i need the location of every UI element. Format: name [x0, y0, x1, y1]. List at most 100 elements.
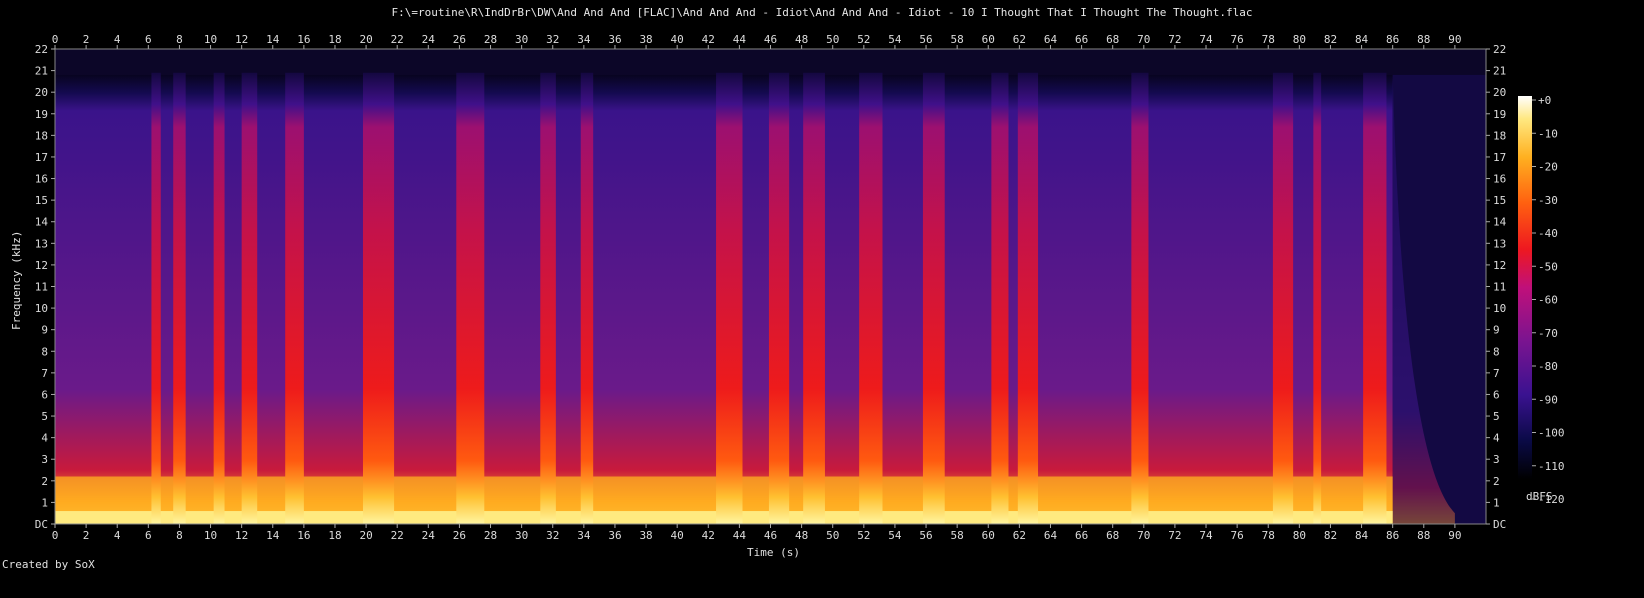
y-tick-label-left: 10	[35, 302, 48, 315]
x-tick-label-bottom: 20	[359, 529, 372, 542]
active-segment	[241, 72, 258, 524]
x-tick-label-top: 16	[297, 33, 310, 46]
x-tick-label-bottom: 2	[83, 529, 90, 542]
y-tick-label-right: 16	[1493, 173, 1506, 186]
y-tick-label-left: 14	[35, 216, 49, 229]
x-tick-label-bottom: 22	[391, 529, 404, 542]
fade-tail	[1392, 74, 1486, 524]
x-tick-label-top: 58	[951, 33, 964, 46]
x-tick-label-top: 68	[1106, 33, 1119, 46]
active-segment	[768, 72, 790, 524]
y-tick-label-right: 22	[1493, 43, 1506, 56]
y-tick-label-left: 2	[41, 475, 48, 488]
x-tick-label-top: 40	[671, 33, 684, 46]
x-tick-label-bottom: 40	[671, 529, 684, 542]
x-tick-label-bottom: 16	[297, 529, 310, 542]
x-tick-label-bottom: 56	[919, 529, 932, 542]
active-segment	[1272, 72, 1294, 524]
x-tick-label-top: 86	[1386, 33, 1399, 46]
colorbar-tick-label: -40	[1538, 227, 1558, 240]
x-tick-label-top: 32	[546, 33, 559, 46]
x-tick-label-top: 64	[1044, 33, 1058, 46]
x-tick-label-top: 78	[1262, 33, 1275, 46]
x-tick-label-bottom: 86	[1386, 529, 1399, 542]
x-tick-label-bottom: 66	[1075, 529, 1088, 542]
x-tick-label-bottom: 62	[1013, 529, 1026, 542]
x-tick-label-top: 80	[1293, 33, 1306, 46]
x-tick-label-bottom: 64	[1044, 529, 1058, 542]
x-tick-label-bottom: 54	[888, 529, 902, 542]
active-segment	[922, 72, 945, 524]
active-segment	[859, 72, 883, 524]
active-segment	[285, 72, 304, 524]
active-segment	[1363, 72, 1387, 524]
x-tick-label-top: 88	[1417, 33, 1430, 46]
active-segment	[1131, 72, 1149, 524]
y-tick-label-right: 11	[1493, 281, 1506, 294]
x-tick-label-bottom: 46	[764, 529, 777, 542]
x-tick-label-top: 72	[1168, 33, 1181, 46]
x-tick-label-top: 36	[608, 33, 621, 46]
x-tick-label-bottom: 12	[235, 529, 248, 542]
x-tick-label-bottom: 82	[1324, 529, 1337, 542]
y-tick-label-right: 18	[1493, 129, 1506, 142]
x-tick-label-bottom: 24	[422, 529, 436, 542]
x-tick-label-top: 84	[1355, 33, 1369, 46]
x-tick-label-bottom: 88	[1417, 529, 1430, 542]
x-tick-label-bottom: 76	[1231, 529, 1244, 542]
x-tick-label-bottom: 0	[52, 529, 59, 542]
x-tick-label-top: 28	[484, 33, 497, 46]
y-tick-label-left: 15	[35, 194, 48, 207]
y-tick-label-right: 6	[1493, 388, 1500, 401]
y-tick-label-left: 3	[41, 453, 48, 466]
colorbar-tick-label: -80	[1538, 360, 1558, 373]
colorbar-tick-label: -70	[1538, 327, 1558, 340]
x-tick-label-top: 76	[1231, 33, 1244, 46]
y-tick-label-left: 12	[35, 259, 48, 272]
active-segment	[213, 72, 225, 524]
colorbar-tick-label: -50	[1538, 260, 1558, 273]
y-tick-label-left: 17	[35, 151, 48, 164]
colorbar-tick-label: +0	[1538, 94, 1551, 107]
colorbar-tick-label: -10	[1538, 127, 1558, 140]
x-tick-label-bottom: 30	[515, 529, 528, 542]
y-tick-label-right: 4	[1493, 432, 1500, 445]
x-tick-label-top: 24	[422, 33, 436, 46]
active-segment	[151, 72, 161, 524]
y-tick-label-right: 1	[1493, 496, 1500, 509]
x-tick-label-bottom: 6	[145, 529, 152, 542]
x-tick-label-bottom: 8	[176, 529, 183, 542]
x-tick-label-top: 22	[391, 33, 404, 46]
x-tick-label-bottom: 48	[795, 529, 808, 542]
colorbar-tick-label: -90	[1538, 393, 1558, 406]
colorbar-tick-label: -60	[1538, 294, 1558, 307]
x-tick-label-top: 46	[764, 33, 777, 46]
x-tick-label-top: 0	[52, 33, 59, 46]
y-tick-label-left: 13	[35, 237, 48, 250]
x-tick-label-top: 4	[114, 33, 121, 46]
y-tick-label-right: 9	[1493, 324, 1500, 337]
active-segment	[456, 72, 485, 524]
colorbar	[1518, 96, 1532, 479]
y-tick-label-right: 8	[1493, 345, 1500, 358]
active-segment	[991, 72, 1009, 524]
x-tick-label-top: 12	[235, 33, 248, 46]
x-tick-label-bottom: 34	[577, 529, 591, 542]
y-tick-label-right: 21	[1493, 65, 1506, 78]
x-tick-label-top: 8	[176, 33, 183, 46]
y-tick-label-left: 11	[35, 281, 48, 294]
active-segment	[540, 72, 556, 524]
x-tick-label-bottom: 60	[982, 529, 995, 542]
x-tick-label-bottom: 18	[328, 529, 341, 542]
spectrogram-chart: 0022446688101012121414161618182020222224…	[35, 33, 1565, 542]
y-tick-label-left: 19	[35, 108, 48, 121]
colorbar-tick-label: -120	[1538, 493, 1565, 506]
colorbar-tick-label: -30	[1538, 194, 1558, 207]
colorbar-tick-label: -20	[1538, 161, 1558, 174]
x-tick-label-bottom: 70	[1137, 529, 1150, 542]
y-tick-label-right: 20	[1493, 86, 1506, 99]
y-tick-label-right: 13	[1493, 237, 1506, 250]
y-tick-label-right: 15	[1493, 194, 1506, 207]
x-tick-label-top: 62	[1013, 33, 1026, 46]
y-tick-label-left: 8	[41, 345, 48, 358]
